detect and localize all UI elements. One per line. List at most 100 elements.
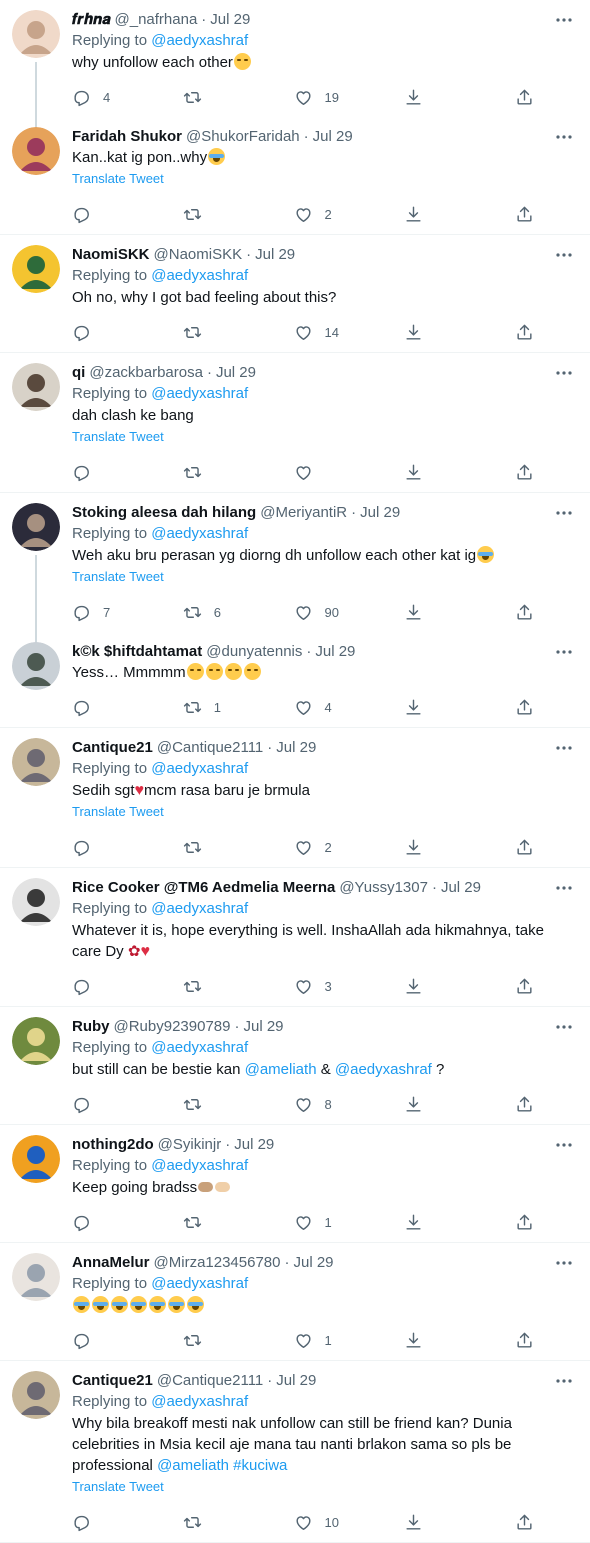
like-button[interactable]: 90 xyxy=(294,603,405,622)
retweet-button[interactable] xyxy=(183,88,294,107)
reply-button[interactable] xyxy=(72,1095,183,1114)
tweet[interactable]: qi @zackbarbarosa · Jul 29 Replying to @… xyxy=(0,353,590,493)
bookmark-button[interactable] xyxy=(404,838,515,857)
bookmark-button[interactable] xyxy=(404,977,515,996)
more-options-icon[interactable] xyxy=(554,245,574,265)
like-button[interactable]: 8 xyxy=(294,1095,405,1114)
bookmark-button[interactable] xyxy=(404,698,515,717)
retweet-button[interactable] xyxy=(183,1095,294,1114)
avatar[interactable] xyxy=(12,738,60,786)
translate-tweet-link[interactable]: Translate Tweet xyxy=(72,801,574,823)
share-button[interactable] xyxy=(515,1095,534,1114)
timestamp[interactable]: Jul 29 xyxy=(441,878,481,898)
more-options-icon[interactable] xyxy=(554,642,574,662)
like-button[interactable]: 14 xyxy=(294,323,405,342)
more-options-icon[interactable] xyxy=(554,1371,574,1391)
timestamp[interactable]: Jul 29 xyxy=(216,363,256,383)
timestamp[interactable]: Jul 29 xyxy=(234,1135,274,1155)
tweet[interactable]: Rice Cooker @TM6 Aedmelia Meerna @Yussy1… xyxy=(0,868,590,1007)
like-button[interactable]: 2 xyxy=(294,205,405,224)
like-button[interactable]: 1 xyxy=(294,1331,405,1350)
replying-to-mention[interactable]: @aedyxashraf xyxy=(151,385,248,402)
translate-tweet-link[interactable]: Translate Tweet xyxy=(72,1476,574,1498)
reply-button[interactable]: 4 xyxy=(72,88,183,107)
bookmark-button[interactable] xyxy=(404,1331,515,1350)
user-handle[interactable]: @MeriyantiR xyxy=(260,503,347,523)
bookmark-button[interactable] xyxy=(404,603,515,622)
timestamp[interactable]: Jul 29 xyxy=(315,642,355,662)
reply-button[interactable] xyxy=(72,205,183,224)
more-options-icon[interactable] xyxy=(554,1253,574,1273)
bookmark-button[interactable] xyxy=(404,1213,515,1232)
display-name[interactable]: Stoking aleesa dah hilang xyxy=(72,503,256,523)
mention-link[interactable]: @ameliath xyxy=(245,1061,317,1078)
user-handle[interactable]: @Yussy1307 xyxy=(339,878,428,898)
replying-to-mention[interactable]: @aedyxashraf xyxy=(151,900,248,917)
share-button[interactable] xyxy=(515,977,534,996)
reply-button[interactable] xyxy=(72,698,183,717)
avatar[interactable] xyxy=(12,127,60,175)
retweet-button[interactable] xyxy=(183,1331,294,1350)
bookmark-button[interactable] xyxy=(404,88,515,107)
replying-to-mention[interactable]: @aedyxashraf xyxy=(151,1157,248,1174)
bookmark-button[interactable] xyxy=(404,463,515,482)
reply-button[interactable] xyxy=(72,1331,183,1350)
tweet[interactable]: NaomiSKK @NaomiSKK · Jul 29 Replying to … xyxy=(0,235,590,353)
user-handle[interactable]: @Ruby92390789 xyxy=(114,1017,231,1037)
share-button[interactable] xyxy=(515,1513,534,1532)
share-button[interactable] xyxy=(515,88,534,107)
retweet-button[interactable]: 6 xyxy=(183,603,294,622)
share-button[interactable] xyxy=(515,603,534,622)
tweet[interactable]: nothing2do @Syikinjr · Jul 29 Replying t… xyxy=(0,1125,590,1243)
replying-to-mention[interactable]: @aedyxashraf xyxy=(151,1275,248,1292)
replying-to-mention[interactable]: @aedyxashraf xyxy=(151,1393,248,1410)
like-button[interactable] xyxy=(294,463,405,482)
tweet[interactable]: Cantique21 @Cantique2111 · Jul 29 Replyi… xyxy=(0,1361,590,1543)
replying-to-mention[interactable]: @aedyxashraf xyxy=(151,525,248,542)
user-handle[interactable]: @Mirza123456780 xyxy=(154,1253,281,1273)
share-button[interactable] xyxy=(515,1331,534,1350)
share-button[interactable] xyxy=(515,1213,534,1232)
display-name[interactable]: 𝒇𝒓𝒉𝒏𝒂 xyxy=(72,10,111,30)
tweet[interactable]: AnnaMelur @Mirza123456780 · Jul 29 Reply… xyxy=(0,1243,590,1361)
retweet-button[interactable]: 1 xyxy=(183,698,294,717)
avatar[interactable] xyxy=(12,363,60,411)
avatar[interactable] xyxy=(12,1135,60,1183)
tweet[interactable]: Cantique21 @Cantique2111 · Jul 29 Replyi… xyxy=(0,728,590,868)
display-name[interactable]: Ruby xyxy=(72,1017,110,1037)
reply-button[interactable] xyxy=(72,323,183,342)
share-button[interactable] xyxy=(515,205,534,224)
bookmark-button[interactable] xyxy=(404,1513,515,1532)
translate-tweet-link[interactable]: Translate Tweet xyxy=(72,566,574,588)
like-button[interactable]: 4 xyxy=(294,698,405,717)
display-name[interactable]: k©k $hiftdahtamat xyxy=(72,642,202,662)
mention-link[interactable]: @aedyxashraf xyxy=(335,1061,432,1078)
retweet-button[interactable] xyxy=(183,1513,294,1532)
like-button[interactable]: 1 xyxy=(294,1213,405,1232)
tweet[interactable]: Stoking aleesa dah hilang @MeriyantiR · … xyxy=(0,493,590,644)
user-handle[interactable]: @Syikinjr xyxy=(158,1135,222,1155)
retweet-button[interactable] xyxy=(183,838,294,857)
share-button[interactable] xyxy=(515,323,534,342)
user-handle[interactable]: @Cantique2111 xyxy=(157,738,263,758)
avatar[interactable] xyxy=(12,1017,60,1065)
user-handle[interactable]: @ShukorFaridah xyxy=(186,127,300,147)
timestamp[interactable]: Jul 29 xyxy=(243,1017,283,1037)
reply-button[interactable] xyxy=(72,1513,183,1532)
more-options-icon[interactable] xyxy=(554,10,574,30)
tweet[interactable]: 𝒇𝒓𝒉𝒏𝒂 @_nafrhana · Jul 29 Replying to @a… xyxy=(0,0,590,129)
like-button[interactable]: 19 xyxy=(294,88,405,107)
display-name[interactable]: Rice Cooker @TM6 Aedmelia Meerna xyxy=(72,878,335,898)
timestamp[interactable]: Jul 29 xyxy=(255,245,295,265)
replying-to-mention[interactable]: @aedyxashraf xyxy=(151,1039,248,1056)
more-options-icon[interactable] xyxy=(554,738,574,758)
more-options-icon[interactable] xyxy=(554,878,574,898)
tweet[interactable]: k©k $hiftdahtamat @dunyatennis · Jul 29 … xyxy=(0,632,590,728)
mention-link[interactable]: @ameliath xyxy=(157,1457,229,1474)
timestamp[interactable]: Jul 29 xyxy=(294,1253,334,1273)
timestamp[interactable]: Jul 29 xyxy=(313,127,353,147)
timestamp[interactable]: Jul 29 xyxy=(360,503,400,523)
avatar[interactable] xyxy=(12,10,60,58)
avatar[interactable] xyxy=(12,642,60,690)
display-name[interactable]: NaomiSKK xyxy=(72,245,150,265)
